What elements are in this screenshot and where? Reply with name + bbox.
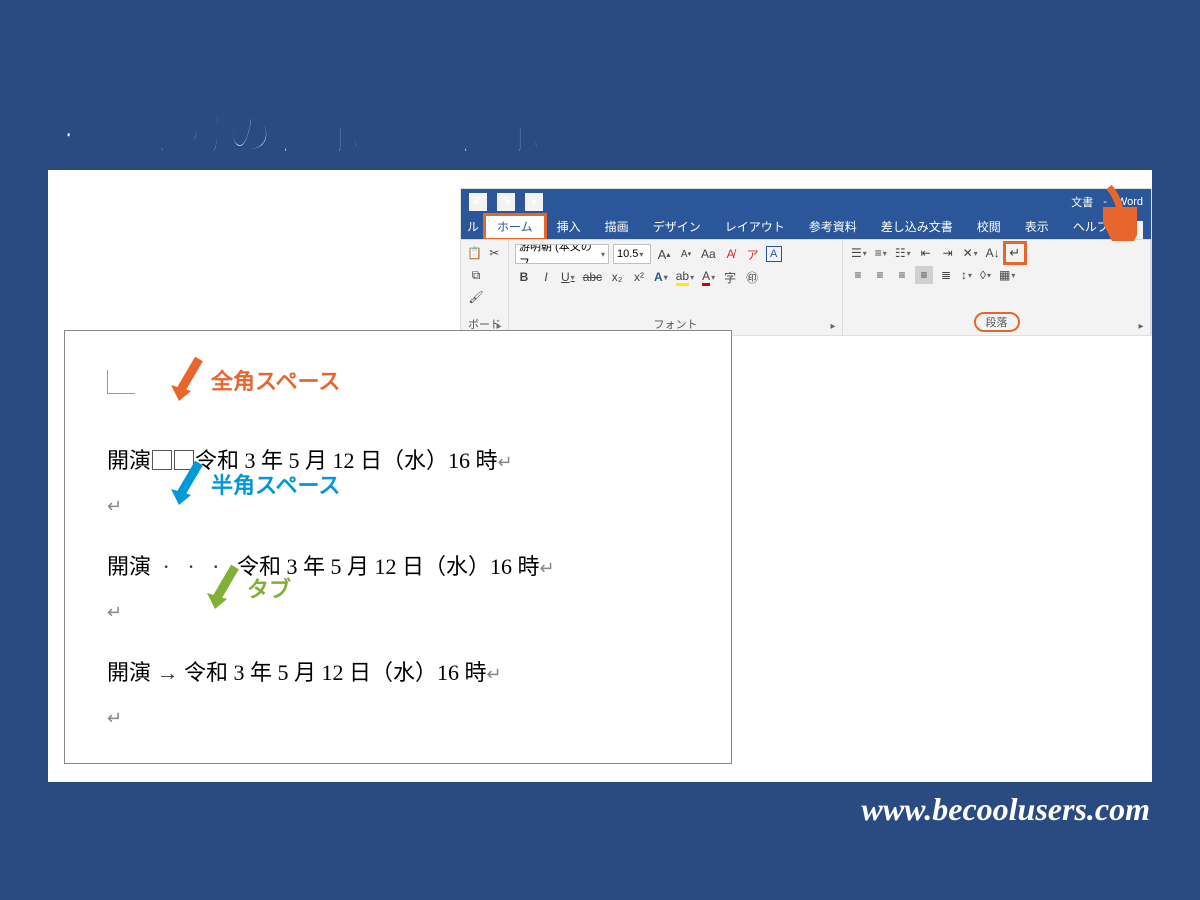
font-color-icon[interactable]: A▾ (700, 268, 717, 286)
underline-button[interactable]: U▾ (559, 268, 577, 286)
titlebar-separator: - (1103, 196, 1107, 208)
multilevel-list-icon[interactable]: ☷▾ (893, 244, 913, 262)
ribbon-body: 📋✂ ⧉ 🖌 ボード ▸ 游明朝 (本文のフ▾ 10.5▾ A▴ A▾ Aa A… (461, 239, 1151, 335)
qat-customize-icon[interactable]: ▾ (525, 193, 543, 211)
align-left-icon[interactable]: ≡ (849, 266, 867, 284)
titlebar-doc-label: 文書 (1071, 194, 1093, 210)
format-painter-icon[interactable]: 🖌 (467, 288, 485, 306)
paragraph-mark-icon: ↵ (107, 496, 122, 516)
paragraph-mark-icon: ↵ (107, 602, 122, 622)
page-title: 編集記号の表示／非表示 (48, 98, 543, 162)
annotation-tab: タブ (205, 565, 291, 611)
title-bar: ↶ ↷ ▾ 文書 - Word (461, 189, 1151, 215)
copy-icon[interactable]: ⧉ (467, 266, 485, 284)
document-panel: 全角スペース 半角スペース タブ 開演令和 3 年 5 月 12 日（水）16 … (64, 330, 732, 764)
tab-view[interactable]: 表示 (1013, 215, 1061, 239)
tab-design[interactable]: デザイン (641, 215, 713, 239)
superscript-button[interactable]: x² (630, 268, 648, 286)
char-shading-icon[interactable]: 字 (721, 268, 739, 286)
redo-icon[interactable]: ↷ (497, 193, 515, 211)
group-clipboard: 📋✂ ⧉ 🖌 ボード ▸ (461, 240, 509, 335)
tab-insert[interactable]: 挿入 (545, 215, 593, 239)
shading-icon[interactable]: ◊▾ (978, 266, 993, 284)
doc-empty-line[interactable]: ↵ (107, 589, 705, 633)
tell-me-icon[interactable]: ♀ (1125, 221, 1143, 239)
grow-font-icon[interactable]: A▴ (655, 245, 673, 263)
char-border-icon[interactable]: A (766, 246, 782, 262)
group-paragraph: ☰▾ ≡▾ ☷▾ ⇤ ⇥ ✕▾ A↓ ↵ ≡ ≡ ≡ ≡ ≣ (843, 240, 1151, 335)
tab-home[interactable]: ホーム (485, 215, 545, 239)
tab-references[interactable]: 参考資料 (797, 215, 869, 239)
doc-line-2[interactable]: 開演 · · · 令和 3 年 5 月 12 日（水）16 時↵ (107, 545, 705, 589)
increase-indent-icon[interactable]: ⇥ (939, 244, 957, 262)
paste-icon[interactable]: 📋 (467, 244, 483, 262)
clear-formatting-icon[interactable]: A̸ (722, 245, 740, 263)
group-font: 游明朝 (本文のフ▾ 10.5▾ A▴ A▾ Aa A̸ ア A B I U▾ … (509, 240, 843, 335)
italic-button[interactable]: I (537, 268, 555, 286)
tab-layout[interactable]: レイアウト (713, 215, 797, 239)
strikethrough-button[interactable]: abc (581, 268, 604, 286)
bold-button[interactable]: B (515, 268, 533, 286)
align-right-icon[interactable]: ≡ (893, 266, 911, 284)
paragraph-mark-icon: ↵ (107, 708, 122, 728)
numbering-icon[interactable]: ≡▾ (873, 244, 889, 262)
enclose-chars-icon[interactable]: ㊞ (743, 268, 761, 286)
tab-mark-icon: → (157, 660, 179, 685)
tab-review[interactable]: 校閲 (965, 215, 1013, 239)
annotation-halfwidth-space: 半角スペース (169, 461, 340, 507)
paragraph-launcher-icon[interactable]: ▸ (1135, 320, 1147, 332)
shrink-font-icon[interactable]: A▾ (677, 245, 695, 263)
content-panel: ↶ ↷ ▾ 文書 - Word ル ホーム 挿入 描画 デザイン レイアウト 参… (48, 170, 1152, 782)
font-launcher-icon[interactable]: ▸ (827, 320, 839, 332)
highlight-color-icon[interactable]: ab▾ (674, 268, 696, 286)
align-center-icon[interactable]: ≡ (871, 266, 889, 284)
tab-file-fragment[interactable]: ル (463, 215, 485, 239)
line-spacing-icon[interactable]: ↕▾ (959, 266, 974, 284)
tab-help[interactable]: ヘルプ (1061, 215, 1121, 239)
paragraph-mark-icon: ↵ (487, 664, 502, 684)
paragraph-mark-icon: ↵ (498, 452, 513, 472)
change-case-icon[interactable]: Aa (699, 245, 718, 263)
doc-line-3[interactable]: 開演 → 令和 3 年 5 月 12 日（水）16 時↵ (107, 651, 705, 695)
asian-layout-icon[interactable]: ✕▾ (961, 244, 980, 262)
font-size-combo[interactable]: 10.5▾ (613, 244, 651, 264)
doc-empty-line[interactable]: ↵ (107, 695, 705, 739)
tab-draw[interactable]: 描画 (593, 215, 641, 239)
distribute-icon[interactable]: ≣ (937, 266, 955, 284)
cut-icon[interactable]: ✂ (487, 244, 503, 262)
subscript-button[interactable]: x₂ (608, 268, 626, 286)
annotation-fullwidth-space: 全角スペース (169, 357, 340, 403)
decrease-indent-icon[interactable]: ⇤ (917, 244, 935, 262)
show-hide-marks-button[interactable]: ↵ (1006, 244, 1024, 262)
undo-icon[interactable]: ↶ (469, 193, 487, 211)
titlebar-app-label: Word (1117, 196, 1143, 208)
text-effects-icon[interactable]: A▾ (652, 268, 670, 286)
group-paragraph-label: 段落 (849, 310, 1144, 333)
footer-url: www.becoolusers.com (861, 791, 1150, 828)
font-name-combo[interactable]: 游明朝 (本文のフ▾ (515, 244, 609, 264)
justify-icon[interactable]: ≡ (915, 266, 933, 284)
paragraph-mark-icon: ↵ (540, 558, 555, 578)
bullets-icon[interactable]: ☰▾ (849, 244, 869, 262)
text-cursor-icon (107, 370, 135, 394)
tab-mailings[interactable]: 差し込み文書 (869, 215, 965, 239)
phonetic-guide-icon[interactable]: ア (744, 245, 762, 263)
borders-icon[interactable]: ▦▾ (997, 266, 1017, 284)
sort-icon[interactable]: A↓ (984, 244, 1002, 262)
ribbon-tabs: ル ホーム 挿入 描画 デザイン レイアウト 参考資料 差し込み文書 校閲 表示… (461, 215, 1151, 239)
word-ribbon: ↶ ↷ ▾ 文書 - Word ル ホーム 挿入 描画 デザイン レイアウト 参… (460, 188, 1152, 336)
